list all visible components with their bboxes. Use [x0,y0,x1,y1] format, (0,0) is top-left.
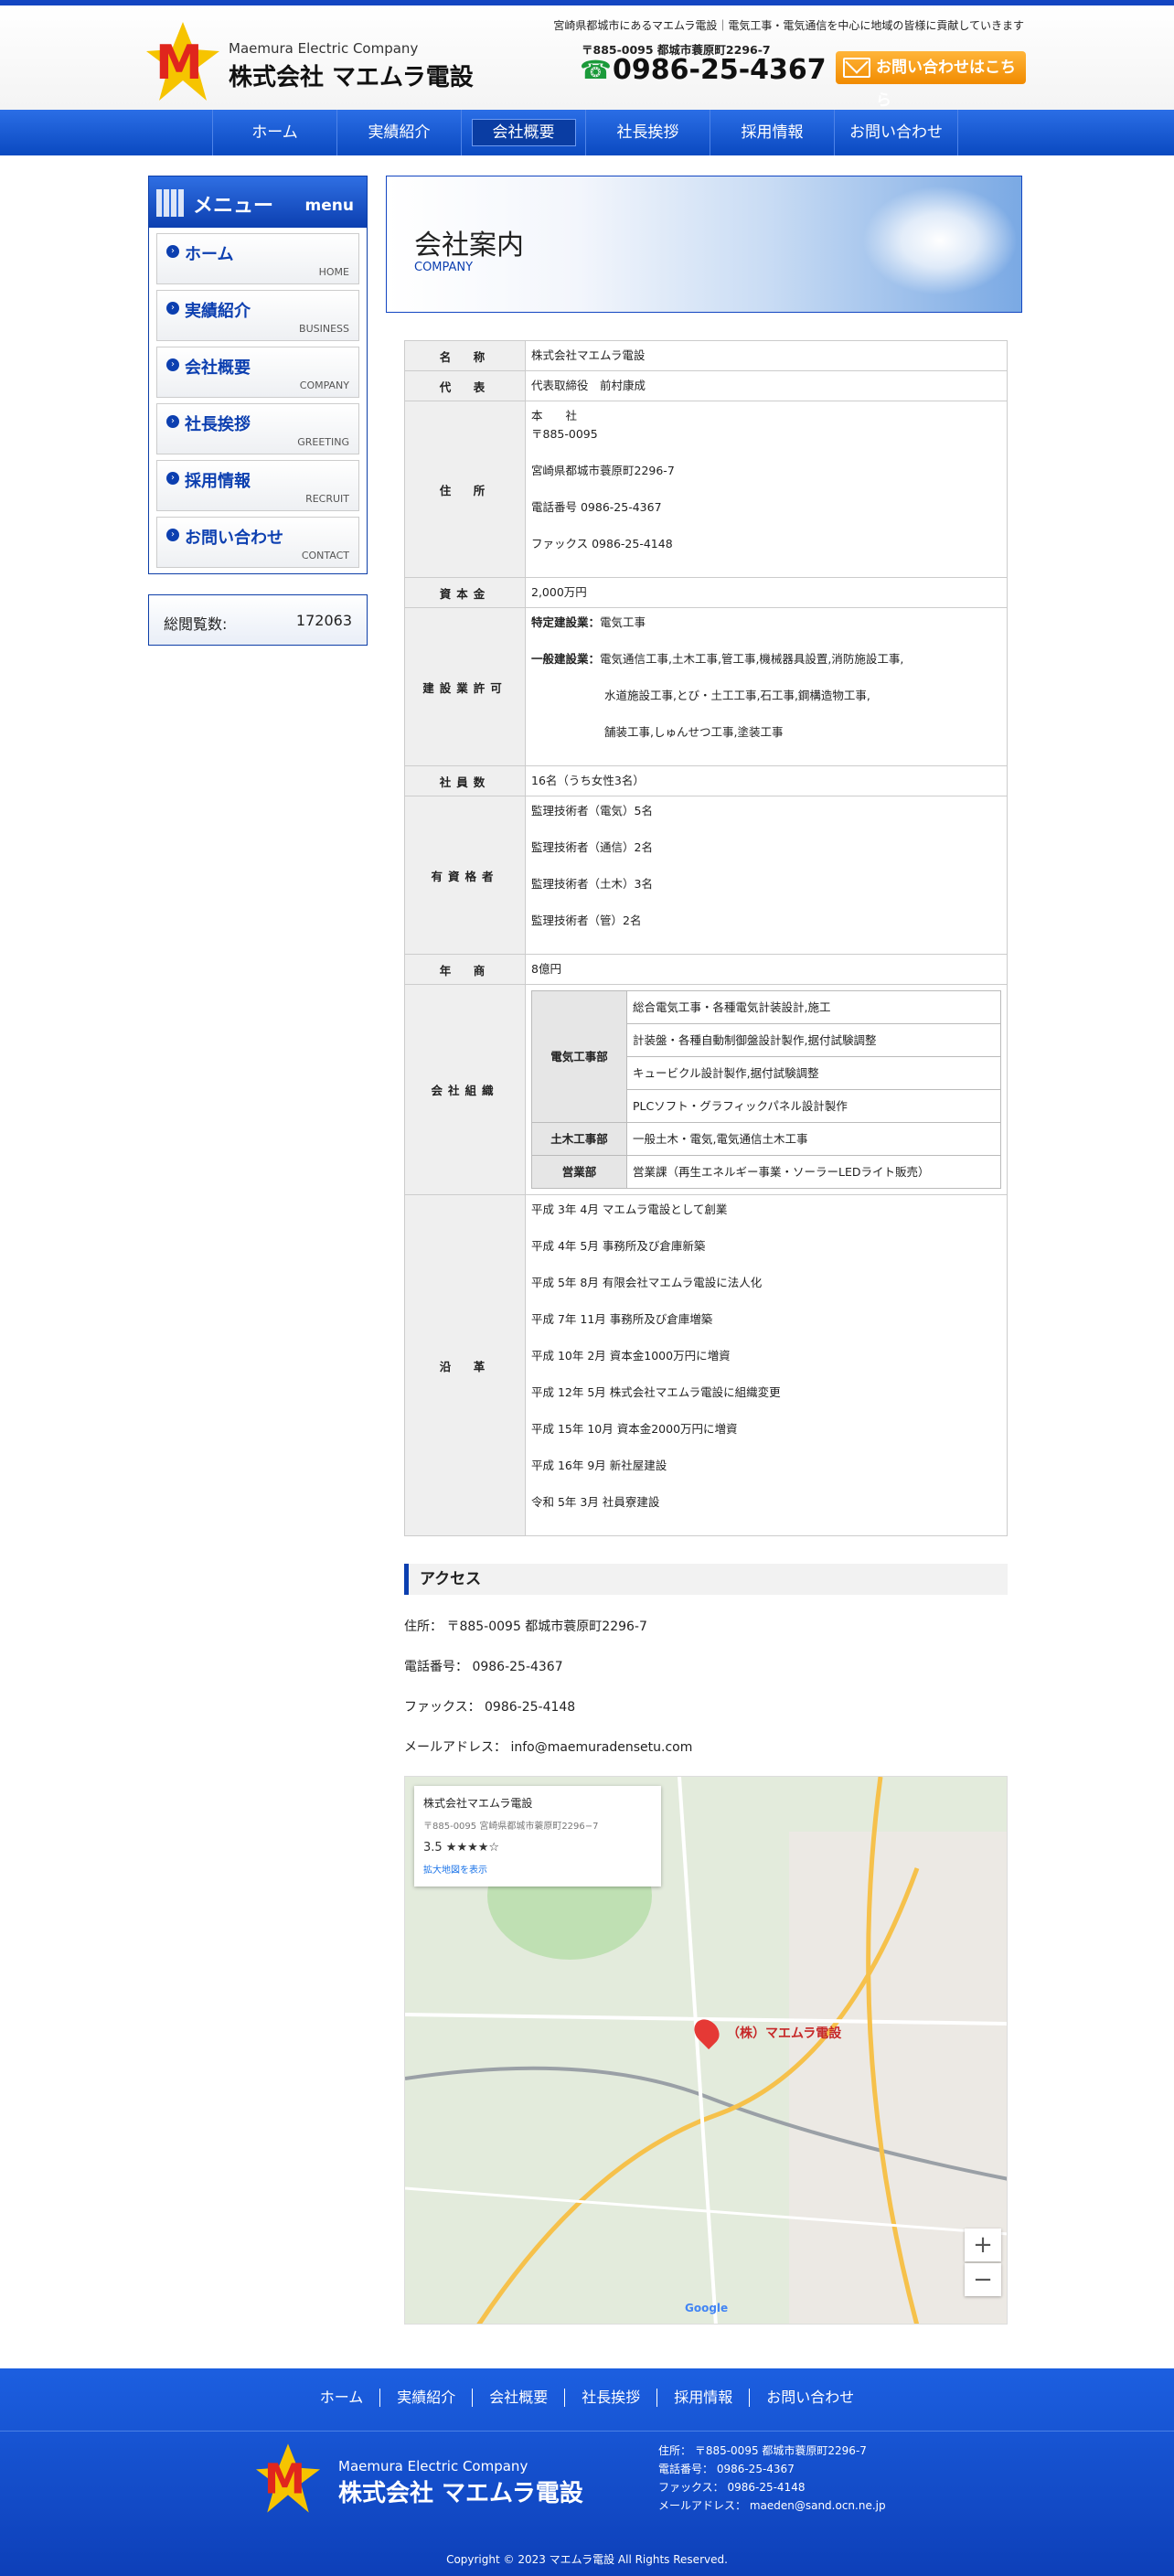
contact-button-label: お問い合わせはこちら [876,59,1016,110]
sidebar-menu: メニュー menu › ホーム HOME › 実績紹介 BUSINESS › 会社概要 CO… [148,176,368,574]
table-row: 年 商 8億円 [404,954,1008,985]
access-email[interactable]: メールアドレス： info@maemuradensetu.com [404,1737,1022,1756]
company-info-table: 名 称株式会社マエムラ電設 代 表代表取締役 前村康成 住 所 本 社〒885-… [404,340,1008,1536]
sidebar-item-recruit[interactable]: › 採用情報 RECRUIT [156,460,359,511]
phone-icon: ☎ [580,55,612,85]
google-map[interactable]: 株式会社マエムラ電設 〒885-0095 宮崎県都城市蓑原町2296−7 3.5… [404,1776,1008,2325]
sidebar-menu-header: メニュー menu [149,176,367,228]
visit-counter: 総閲覧数: 172063 [148,594,368,646]
svg-text:M: M [155,36,203,91]
footer-nav-recruit[interactable]: 採用情報 [657,2389,751,2407]
sidebar-item-contact[interactable]: › お問い合わせ CONTACT [156,517,359,568]
company-logo[interactable]: M [146,22,219,101]
chevron-right-icon: › [166,415,179,428]
site-header: M Maemura Electric Company 株式会社 マエムラ電設 宮… [0,5,1174,110]
table-row: 代 表代表取締役 前村康成 [404,370,1008,401]
sidebar-item-greeting[interactable]: › 社長挨拶 GREETING [156,403,359,454]
sidebar-item-company[interactable]: › 会社概要 COMPANY [156,347,359,398]
map-bigger-link[interactable]: 拡大地図を表示 [423,1862,652,1876]
contact-button[interactable]: お問い合わせはこちら [836,51,1026,110]
footer-nav-contact[interactable]: お問い合わせ [750,2389,870,2407]
svg-text:M: M [264,2455,305,2504]
footer-nav-greeting[interactable]: 社長挨拶 [565,2389,658,2407]
footer-nav-business[interactable]: 実績紹介 [380,2389,474,2407]
page-banner: 会社案内 COMPANY [386,176,1022,313]
footer-nav-company[interactable]: 会社概要 [473,2389,566,2407]
nav-greeting[interactable]: 社長挨拶 [585,110,710,155]
site-footer: ホーム 実績紹介 会社概要 社長挨拶 採用情報 お問い合わせ M Maemura… [0,2368,1174,2576]
map-place-card: 株式会社マエムラ電設 〒885-0095 宮崎県都城市蓑原町2296−7 3.5… [414,1786,661,1887]
chevron-right-icon: › [166,472,179,485]
sidebar-menu-title-en: menu [304,197,354,215]
access-fax: ファックス： 0986-25-4148 [404,1700,576,1715]
footer-company-jp: 株式会社 マエムラ電設 [338,2480,583,2507]
footer-divider [0,2431,1174,2432]
access-phone: 電話番号： 0986-25-4367 [404,1660,563,1674]
table-row: 建設業許可 特定建設業：電気工事 一般建設業：電気通信工事,土木工事,管工事,機… [404,607,1008,766]
table-row: 会社組織 電気工事部 総合電気工事・各種電気計装設計,施工 計装盤・各種自動制御盤… [404,984,1008,1195]
nav-company[interactable]: 会社概要 [461,110,585,155]
page-title: 会社案内 [414,230,524,262]
table-row: 資本金 2,000万円 [404,577,1008,608]
footer-logo[interactable]: M [256,2442,320,2515]
footer-nav-home[interactable]: ホーム [304,2389,381,2407]
chevron-right-icon: › [166,302,179,315]
page-subtitle: COMPANY [414,261,474,274]
table-row: 住 所 本 社〒885-0095 宮崎県都城市蓑原町2296-7 電話番号 09… [404,401,1008,578]
header-tagline: 宮崎県都城市にあるマエムラ電設｜電気工事・電気通信を中心に地域の皆様に貢献してい… [553,19,1024,32]
chevron-right-icon: › [166,529,179,541]
access-address: 住所： 〒885-0095 都城市蓑原町2296-7 [404,1619,647,1634]
footer-nav: ホーム 実績紹介 会社概要 社長挨拶 採用情報 お問い合わせ [0,2368,1174,2407]
company-name-en: Maemura Electric Company [229,40,419,57]
nav-home[interactable]: ホーム [212,110,336,155]
sidebar-menu-title: メニュー [193,195,274,218]
sidebar-item-home[interactable]: › ホーム HOME [156,233,359,284]
map-pin-label: （株）マエムラ電設 [727,2026,842,2041]
menu-grid-icon [156,189,184,217]
copyright: Copyright © 2023 マエムラ電設 All Rights Reser… [446,2553,728,2566]
nav-business[interactable]: 実績紹介 [336,110,461,155]
header-phone[interactable]: 0986-25-4367 [613,54,827,86]
zoom-out-button[interactable]: − [965,2263,1001,2296]
main-nav: ホーム 実績紹介 会社概要 社長挨拶 採用情報 お問い合わせ [0,110,1174,155]
chevron-right-icon: › [166,358,179,371]
chevron-right-icon: › [166,245,179,258]
table-row: 名 称株式会社マエムラ電設 [404,340,1008,371]
access-heading: アクセス [404,1564,1008,1595]
table-row: 有資格者 監理技術者（電気）5名 監理技術者（通信）2名 監理技術者（土木）3名… [404,796,1008,955]
sidebar-item-business[interactable]: › 実績紹介 BUSINESS [156,290,359,341]
nav-contact[interactable]: お問い合わせ [834,110,958,155]
zoom-in-button[interactable]: + [965,2229,1001,2261]
visit-counter-value: 172063 [295,612,352,629]
visit-counter-label: 総閲覧数: [164,615,228,633]
main-content: 会社案内 COMPANY 名 称株式会社マエムラ電設 代 表代表取締役 前村康成… [386,176,1022,2325]
footer-contact-info: 住所： 〒885-0095 都城市蓑原町2296-7 電話番号： 0986-25… [658,2444,886,2512]
mail-icon [843,58,870,78]
google-logo: Google [685,2302,729,2314]
table-row: 社員数 16名（うち女性3名） [404,765,1008,796]
nav-recruit[interactable]: 採用情報 [710,110,834,155]
sky-image [862,186,1018,295]
footer-company-en: Maemura Electric Company [338,2458,528,2474]
org-table: 電気工事部 総合電気工事・各種電気計装設計,施工 計装盤・各種自動制御盤設計製作,… [531,990,1001,1189]
sidebar: メニュー menu › ホーム HOME › 実績紹介 BUSINESS › 会社概要 CO… [148,176,368,646]
company-name-jp: 株式会社 マエムラ電設 [229,64,474,91]
table-row: 沿 革 平成 3年 4月 マエムラ電設として創業 平成 4年 5月 事務所及び倉… [404,1194,1008,1536]
